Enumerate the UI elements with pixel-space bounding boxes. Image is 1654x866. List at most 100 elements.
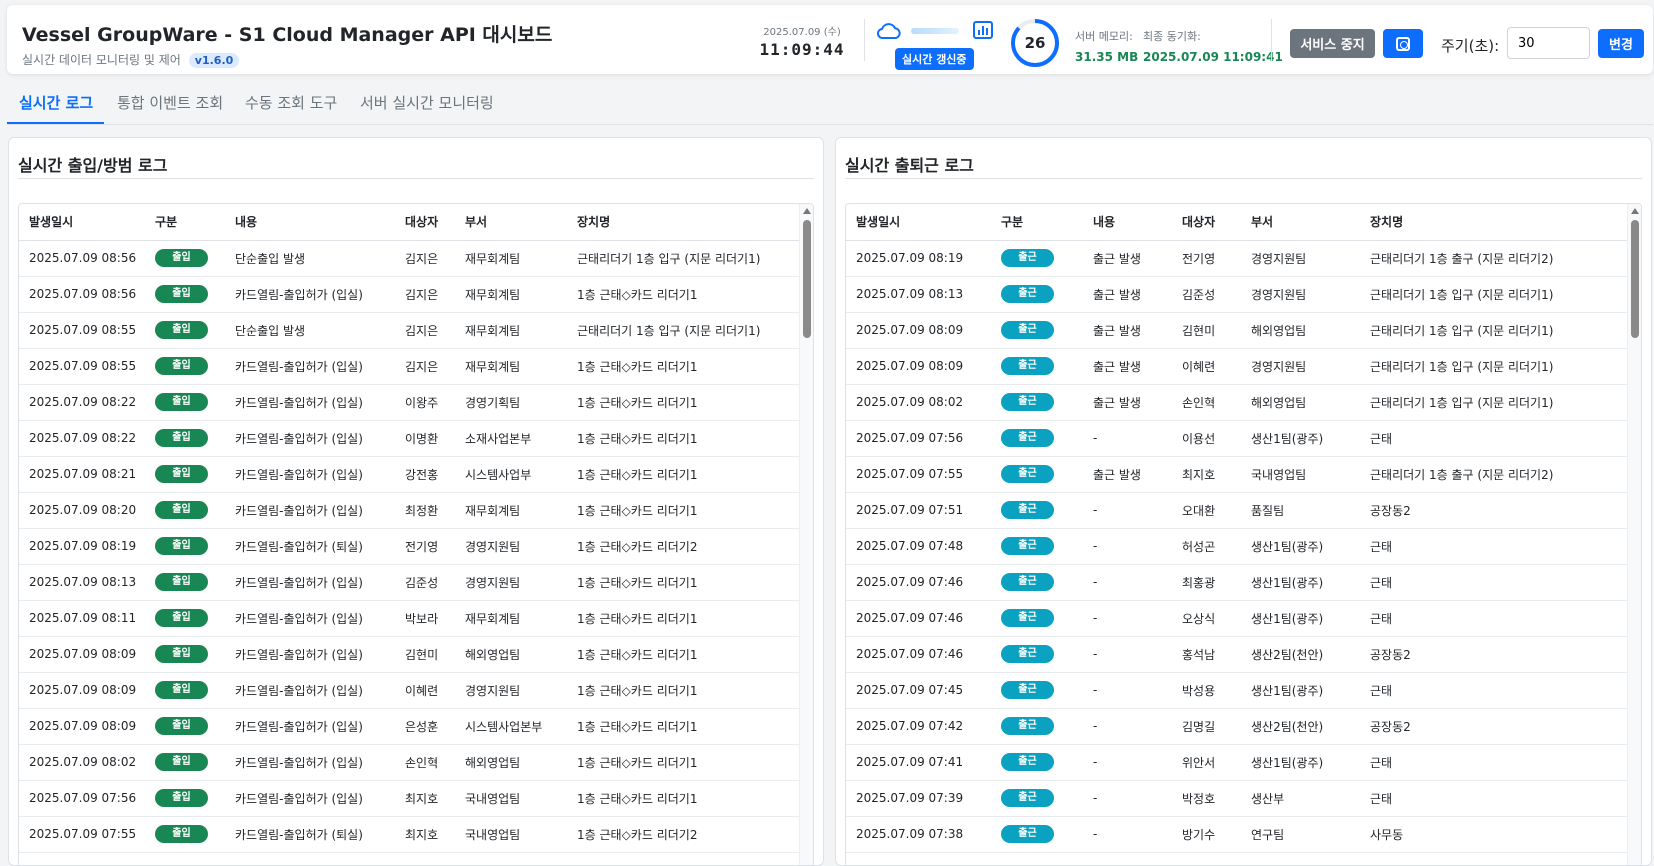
scroll-up-arrow-icon[interactable] [1631, 208, 1639, 214]
table-row[interactable]: 2025.07.09 08:55 출입 단순출입 발생 김지은 재무회계팀 근태리더기 1… [19, 312, 813, 349]
panel-divider [845, 178, 1642, 179]
cell-type: 출근 [991, 780, 1083, 817]
table-row[interactable]: 2025.07.09 08:09 출입 카드열림-출입허가 (입실) 김현미 해외영업팀… [19, 636, 813, 673]
table-row[interactable]: 2025.07.09 08:55 출입 카드열림-출입허가 (입실) 김지은 재무회계팀… [19, 348, 813, 385]
table-row[interactable]: 2025.07.09 08:09 출입 카드열림-출입허가 (입실) 은성훈 시스템사업… [19, 708, 813, 745]
type-badge: 출입 [155, 573, 208, 591]
cell-person: 전기영 [1172, 240, 1241, 277]
table-row[interactable]: 2025.07.09 08:20 출입 카드열림-출입허가 (입실) 최정환 재무회계팀… [19, 492, 813, 529]
table-row[interactable]: 2025.07.09 07:39 출근 - 박정호 생산부 근태 [846, 780, 1641, 817]
cell-person: 최지호 [395, 780, 455, 817]
column-header[interactable]: 발생일시 [846, 204, 991, 241]
cell-content: 카드열림-출입허가 (퇴실) [225, 528, 395, 565]
table-row[interactable]: 2025.07.09 08:09 출근 출근 발생 김현미 해외영업팀 근태리더기 1층 … [846, 312, 1641, 349]
cell-datetime: 2025.07.09 07:55 [19, 816, 145, 853]
type-badge: 출근 [1001, 753, 1054, 771]
cell-content: - [1083, 600, 1172, 637]
stop-service-button[interactable]: 서비스 중지 [1290, 29, 1375, 58]
cell-datetime: 2025.07.09 07:39 [846, 780, 991, 817]
table-row[interactable]: 2025.07.09 08:13 출근 출근 발생 김준성 경영지원팀 근태리더기 1층 … [846, 276, 1641, 313]
column-header[interactable]: 장치명 [1360, 204, 1641, 241]
table-row[interactable]: 2025.07.09 08:19 출근 출근 발생 전기영 경영지원팀 근태리더기 1층 … [846, 240, 1641, 277]
table-row[interactable]: 2025.07.09 07:42 출근 - 김명길 생산2팀(천안) 공장동2 [846, 708, 1641, 745]
table-row[interactable]: 2025.07.09 07:38 출근 - 방기수 연구팀 사무동 [846, 816, 1641, 853]
table-row[interactable]: 2025.07.09 08:56 출입 카드열림-출입허가 (입실) 김지은 재무회계팀… [19, 276, 813, 313]
table-row[interactable]: 2025.07.09 07:51 출근 - 오대환 품질팀 공장동2 [846, 492, 1641, 529]
panel-divider [18, 178, 814, 179]
table-row[interactable]: 2025.07.09 07:55 출근 출근 발생 최지호 국내영업팀 근태리더기 1층 … [846, 456, 1641, 493]
table-row[interactable]: 2025.07.09 08:56 출입 단순출입 발생 김지은 재무회계팀 근태리더기 1… [19, 240, 813, 277]
column-header[interactable]: 장치명 [567, 204, 813, 241]
table-row[interactable]: 2025.07.09 08:13 출입 카드열림-출입허가 (입실) 김준성 경영지원팀… [19, 564, 813, 601]
cell-content: 카드열림-출입허가 (입실) [225, 348, 395, 385]
table-row[interactable]: 2025.07.09 07:46 출근 - 오상식 생산1팀(광주) 근태 [846, 600, 1641, 637]
column-header[interactable]: 대상자 [1172, 204, 1241, 241]
table-row[interactable]: 2025.07.09 08:22 출입 카드열림-출입허가 (입실) 이왕주 경영기획팀… [19, 384, 813, 421]
period-input[interactable] [1507, 27, 1590, 59]
table-row[interactable]: 2025.07.09 08:02 출근 출근 발생 손인혁 해외영업팀 근태리더기 1층 … [846, 384, 1641, 421]
commute-log-panel: 실시간 출퇴근 로그 발생일시 구분 내용 대상자 부서 장치명 2025.07.09 0… [835, 137, 1652, 866]
column-header[interactable]: 구분 [991, 204, 1083, 241]
cell-datetime: 2025.07.09 08:02 [846, 384, 991, 421]
table-row[interactable]: 2025.07.09 07:45 출근 - 박성용 생산1팀(광주) 근태 [846, 672, 1641, 709]
access-log-table-container: 발생일시 구분 내용 대상자 부서 장치명 2025.07.09 08:56 출입 단순출입 … [18, 203, 814, 865]
tab-realtime-log[interactable]: 실시간 로그 [19, 92, 93, 113]
cell-type: 출입 [145, 528, 225, 565]
scrollbar[interactable] [799, 204, 813, 865]
cell-device: 근태 [1360, 600, 1641, 637]
scroll-thumb[interactable] [1631, 220, 1639, 338]
table-row[interactable]: 2025.07.09 08:02 출입 카드열림-출입허가 (입실) 손인혁 해외영업팀… [19, 744, 813, 781]
scrollbar[interactable] [1627, 204, 1641, 865]
table-row[interactable]: 2025.07.09 07:41 출근 - 위안서 생산1팀(광주) 근태 [846, 744, 1641, 781]
cell-datetime: 2025.07.09 08:21 [19, 456, 145, 493]
cell-department: 경영기획팀 [455, 384, 567, 421]
clock-time: 11:09:44 [759, 40, 845, 59]
column-header[interactable]: 부서 [455, 204, 567, 241]
subtitle-text: 실시간 데이터 모니터링 및 제어 [22, 53, 181, 67]
type-badge: 출근 [1001, 681, 1054, 699]
tab-event-search[interactable]: 통합 이벤트 조회 [117, 92, 223, 113]
cell-person: 손인혁 [1172, 384, 1241, 421]
type-badge: 출근 [1001, 537, 1054, 555]
cell-type: 출근 [991, 672, 1083, 709]
table-row[interactable]: 2025.07.09 08:09 출근 출근 발생 이혜련 경영지원팀 근태리더기 1층 … [846, 348, 1641, 385]
table-row[interactable]: 2025.07.09 07:48 출근 - 허성곤 생산1팀(광주) 근태 [846, 528, 1641, 565]
column-header[interactable]: 내용 [225, 204, 395, 241]
cell-datetime: 2025.07.09 08:09 [19, 708, 145, 745]
table-row[interactable]: 2025.07.09 08:22 출입 카드열림-출입허가 (입실) 이명환 소재사업본… [19, 420, 813, 457]
column-header[interactable]: 구분 [145, 204, 225, 241]
apply-period-button[interactable]: 변경 [1598, 29, 1644, 58]
table-row[interactable]: 2025.07.09 07:46 출근 - 홍석남 생산2팀(천안) 공장동2 [846, 636, 1641, 673]
tab-manual-tool[interactable]: 수동 조회 도구 [245, 92, 337, 113]
cell-person: 김준성 [1172, 276, 1241, 313]
access-log-title: 실시간 출입/방범 로그 [18, 156, 168, 175]
cell-type: 출근 [991, 528, 1083, 565]
column-header[interactable]: 부서 [1241, 204, 1360, 241]
table-row[interactable]: 2025.07.09 07:56 출입 카드열림-출입허가 (입실) 최지호 국내영업팀… [19, 780, 813, 817]
cell-datetime: 2025.07.09 07:56 [19, 780, 145, 817]
tab-server-monitor[interactable]: 서버 실시간 모니터링 [360, 92, 494, 113]
table-row[interactable]: 2025.07.09 07:55 출입 카드열림-출입허가 (퇴실) 최지호 국내영업팀… [19, 816, 813, 853]
cell-device: 공장동2 [1360, 636, 1641, 673]
table-row[interactable]: 2025.07.09 07:56 출근 - 이용선 생산1팀(광주) 근태 [846, 420, 1641, 457]
refresh-button[interactable] [1383, 29, 1423, 58]
column-header[interactable]: 내용 [1083, 204, 1172, 241]
table-row[interactable]: 2025.07.09 08:21 출입 카드열림-출입허가 (입실) 강전홍 시스템사업… [19, 456, 813, 493]
sync-value: 2025.07.09 11:09:41 [1143, 50, 1283, 64]
scroll-up-arrow-icon[interactable] [803, 208, 811, 214]
table-row[interactable]: 2025.07.09 08:09 출입 카드열림-출입허가 (입실) 이혜련 경영지원팀… [19, 672, 813, 709]
table-row[interactable]: 2025.07.09 08:19 출입 카드열림-출입허가 (퇴실) 전기영 경영지원팀… [19, 528, 813, 565]
table-row[interactable]: 2025.07.09 07:46 출근 - 최홍광 생산1팀(광주) 근태 [846, 564, 1641, 601]
column-header[interactable]: 대상자 [395, 204, 455, 241]
cell-department: 생산1팀(광주) [1241, 420, 1360, 457]
cell-department: 재무회계팀 [455, 276, 567, 313]
scroll-thumb[interactable] [803, 220, 811, 338]
column-header[interactable]: 발생일시 [19, 204, 145, 241]
table-row[interactable]: 2025.07.09 08:11 출입 카드열림-출입허가 (입실) 박보라 재무회계팀… [19, 600, 813, 637]
cell-datetime: 2025.07.09 07:56 [846, 420, 991, 457]
commute-log-title: 실시간 출퇴근 로그 [845, 156, 974, 175]
cell-content: 카드열림-출입허가 (입실) [225, 600, 395, 637]
cell-department: 생산2팀(천안) [1241, 636, 1360, 673]
cell-type: 출입 [145, 672, 225, 709]
cell-person: 박보라 [395, 600, 455, 637]
